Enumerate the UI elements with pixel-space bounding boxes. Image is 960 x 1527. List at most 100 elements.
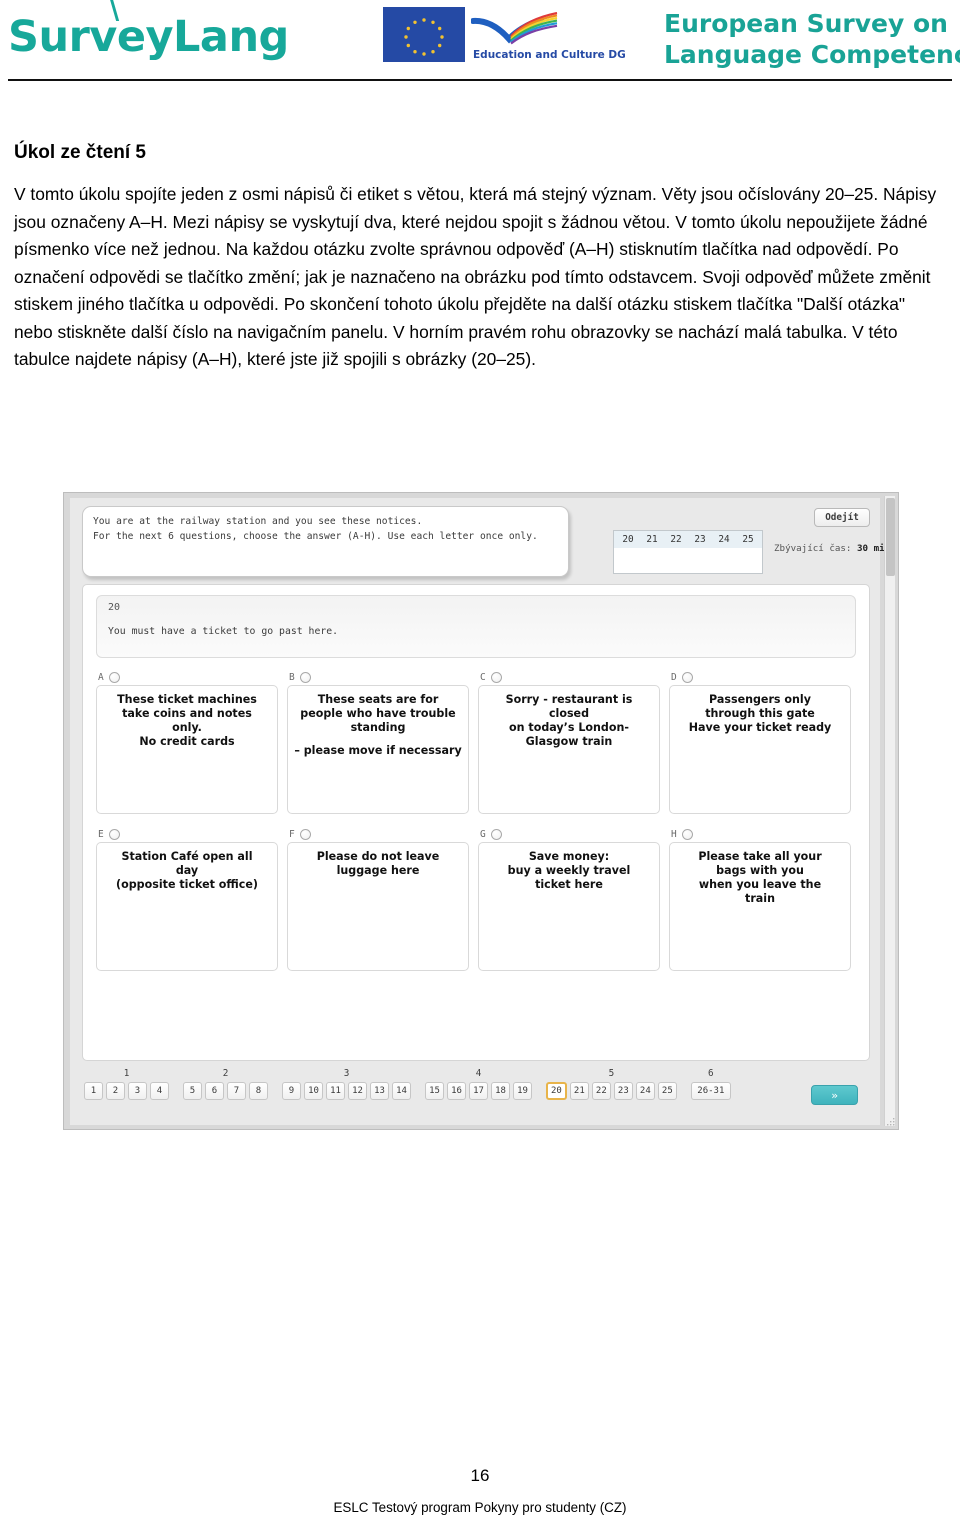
nav-button-22[interactable]: 22: [591, 1082, 611, 1100]
nav-group-buttons: 26-31: [690, 1082, 731, 1100]
eu-flag-icon: [383, 7, 465, 62]
task-prompt-line-1: You are at the railway station and you s…: [93, 516, 423, 527]
task-prompt-line-2: For the next 6 questions, choose the ans…: [93, 530, 538, 542]
page-header: SurveyLang Education and Culture DG Euro…: [0, 0, 960, 86]
option-b-text: These seats are for people who have trou…: [300, 693, 456, 734]
nav-button-15[interactable]: 15: [425, 1082, 444, 1100]
nav-button-12[interactable]: 12: [348, 1082, 367, 1100]
option-h[interactable]: H Please take all your bags with you whe…: [669, 826, 851, 971]
nav-button-25[interactable]: 25: [657, 1082, 677, 1100]
task-instructions-paragraph: V tomto úkolu spojíte jeden z osmi nápis…: [14, 184, 937, 370]
option-b-letter: B: [289, 671, 295, 683]
nav-group-label: 2: [222, 1068, 229, 1079]
nav-button-14[interactable]: 14: [392, 1082, 411, 1100]
exit-button[interactable]: Odejít: [814, 508, 870, 527]
question-stem: 20 You must have a ticket to go past her…: [96, 595, 856, 658]
nav-button-19[interactable]: 19: [513, 1082, 532, 1100]
radio-icon[interactable]: [299, 671, 311, 683]
nav-group-5: 5 20 21 22 23 24 25: [546, 1068, 677, 1100]
nav-group-3: 3 9 10 11 12 13 14: [282, 1068, 411, 1100]
header-divider: [8, 79, 952, 81]
option-f-card[interactable]: Please do not leave luggage here: [287, 842, 469, 971]
option-f[interactable]: F Please do not leave luggage here: [287, 826, 469, 971]
option-h-letter: H: [671, 828, 677, 840]
radio-icon[interactable]: [108, 828, 120, 840]
radio-icon[interactable]: [299, 828, 311, 840]
nav-button-21[interactable]: 21: [569, 1082, 589, 1100]
nav-button-1[interactable]: 1: [84, 1082, 103, 1100]
option-h-card[interactable]: Please take all your bags with you when …: [669, 842, 851, 971]
nav-button-26-31[interactable]: 26-31: [690, 1082, 731, 1100]
nav-button-23[interactable]: 23: [613, 1082, 633, 1100]
option-d-letter: D: [671, 671, 677, 683]
nav-group-label: 4: [475, 1068, 482, 1079]
page-number: 16: [470, 1466, 490, 1485]
option-a-text: These ticket machines take coins and not…: [117, 693, 257, 748]
eslc-wordmark: European Survey on Language Competences: [664, 9, 960, 70]
option-c-card[interactable]: Sorry - restaurant is closed on today’s …: [478, 685, 660, 814]
nav-button-11[interactable]: 11: [326, 1082, 345, 1100]
eslc-wordmark-line2: Language Competences: [664, 39, 960, 69]
nav-group-label: 3: [343, 1068, 350, 1079]
radio-icon[interactable]: [108, 671, 120, 683]
nav-button-10[interactable]: 10: [304, 1082, 323, 1100]
nav-button-4[interactable]: 4: [150, 1082, 169, 1100]
answer-summary-table: 20 21 22 23 24 25: [613, 530, 763, 574]
nav-button-7[interactable]: 7: [227, 1082, 246, 1100]
answer-summary-col: 24: [718, 534, 730, 545]
nav-button-5[interactable]: 5: [183, 1082, 202, 1100]
nav-group-label: 5: [608, 1068, 615, 1079]
option-f-text: Please do not leave luggage here: [316, 850, 440, 877]
option-e-card[interactable]: Station Café open all day (opposite tick…: [96, 842, 278, 971]
nav-button-8[interactable]: 8: [249, 1082, 268, 1100]
answer-summary-col: 22: [670, 534, 682, 545]
option-a[interactable]: A These ticket machines take coins and n…: [96, 669, 278, 814]
nav-button-3[interactable]: 3: [128, 1082, 147, 1100]
nav-group-label: 6: [708, 1068, 714, 1079]
nav-button-6[interactable]: 6: [205, 1082, 224, 1100]
option-c-text: Sorry - restaurant is closed on today’s …: [505, 693, 633, 748]
option-d[interactable]: D Passengers only through this gate Have…: [669, 669, 851, 814]
answer-summary-values-row: [614, 548, 762, 570]
option-b-head: B: [287, 669, 469, 685]
time-remaining: Zbývající čas: 30 min: [774, 543, 890, 554]
nav-button-17[interactable]: 17: [469, 1082, 488, 1100]
option-a-head: A: [96, 669, 278, 685]
task-prompt-box: You are at the railway station and you s…: [82, 506, 569, 577]
option-b[interactable]: B These seats are for people who have tr…: [287, 669, 469, 814]
app-scrollbar-thumb[interactable]: [886, 498, 895, 576]
eu-education-culture-logo: Education and Culture DG: [383, 7, 626, 69]
nav-button-16[interactable]: 16: [447, 1082, 466, 1100]
document-page: SurveyLang Education and Culture DG Euro…: [0, 0, 960, 1527]
option-c[interactable]: C Sorry - restaurant is closed on today’…: [478, 669, 660, 814]
option-g-card[interactable]: Save money: buy a weekly travel ticket h…: [478, 842, 660, 971]
nav-group-buttons: 5678: [183, 1082, 268, 1100]
app-scrollbar[interactable]: [884, 496, 895, 1126]
nav-button-18[interactable]: 18: [491, 1082, 510, 1100]
resize-grip-icon: [887, 1118, 895, 1126]
next-question-button[interactable]: »: [811, 1085, 858, 1105]
radio-icon[interactable]: [681, 828, 693, 840]
option-h-text: Please take all your bags with you when …: [698, 850, 822, 905]
option-a-card[interactable]: These ticket machines take coins and not…: [96, 685, 278, 814]
radio-icon[interactable]: [681, 671, 693, 683]
app-window: You are at the railway station and you s…: [70, 498, 890, 1125]
nav-group-buttons: 1234: [84, 1082, 169, 1100]
option-e[interactable]: E Station Café open all day (opposite ti…: [96, 826, 278, 971]
nav-button-2[interactable]: 2: [106, 1082, 125, 1100]
nav-button-24[interactable]: 24: [635, 1082, 655, 1100]
radio-icon[interactable]: [490, 828, 502, 840]
nav-button-9[interactable]: 9: [282, 1082, 301, 1100]
nav-group-label: 1: [123, 1068, 130, 1079]
option-g[interactable]: G Save money: buy a weekly travel ticket…: [478, 826, 660, 971]
nav-button-13[interactable]: 13: [370, 1082, 389, 1100]
nav-button-20[interactable]: 20: [546, 1082, 567, 1100]
option-e-text: Station Café open all day (opposite tick…: [116, 850, 258, 891]
eslc-wordmark-line1: European Survey on: [664, 9, 948, 38]
option-e-letter: E: [98, 828, 104, 840]
option-b-card[interactable]: These seats are for people who have trou…: [287, 685, 469, 814]
option-d-card[interactable]: Passengers only through this gate Have y…: [669, 685, 851, 814]
question-panel: 20 You must have a ticket to go past her…: [82, 584, 870, 1061]
radio-icon[interactable]: [490, 671, 502, 683]
education-culture-bird-icon: [471, 12, 558, 45]
